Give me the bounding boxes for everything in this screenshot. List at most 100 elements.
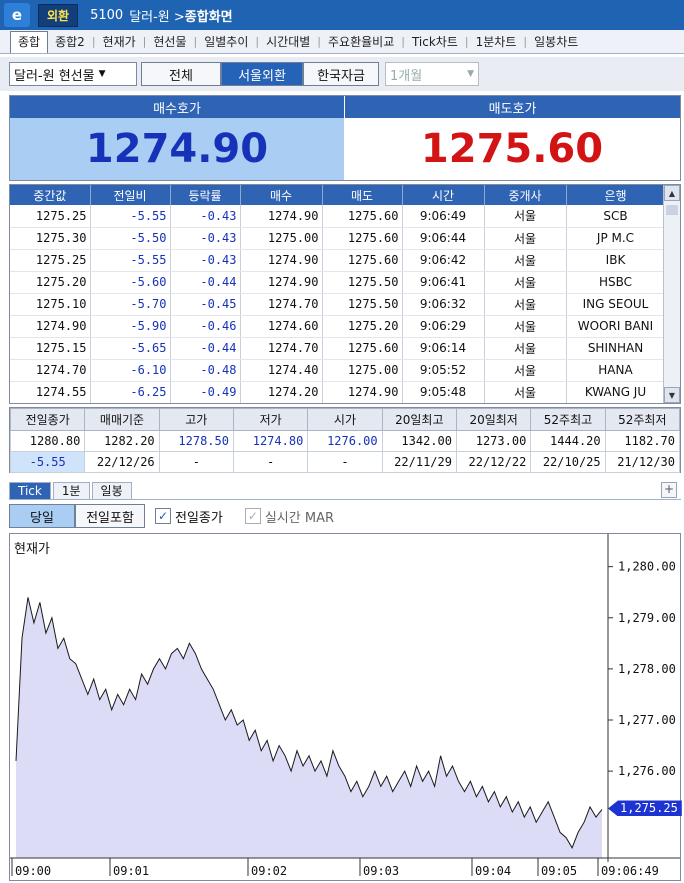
- tab-spot-futures[interactable]: 현선물: [146, 33, 193, 50]
- tick-cell: 1275.10: [10, 293, 91, 316]
- stats-sub-value: -5.55: [9, 451, 86, 473]
- scroll-thumb[interactable]: [666, 205, 678, 215]
- tick-row[interactable]: 1275.15 -5.65 -0.44 1274.70 1275.60 9:06:14 서울…: [10, 337, 666, 360]
- tick-table: 중간값 전일비 등락률 매수 매도 시간 중개사 은행 1275.25 -5.55…: [9, 184, 681, 404]
- y-tick-label: 1,277.00: [618, 713, 676, 727]
- col-change[interactable]: 전일비: [90, 185, 171, 205]
- tick-cell: 1275.00: [240, 227, 323, 250]
- tab-daily-chart[interactable]: 일봉차트: [527, 33, 585, 50]
- tick-cell: 9:06:44: [402, 227, 485, 250]
- tick-cell: 1274.70: [240, 337, 323, 360]
- tab-overview2[interactable]: 종합2: [48, 33, 92, 50]
- stats-sub-value: 22/12/22: [455, 451, 532, 473]
- col-mid[interactable]: 중간값: [10, 185, 91, 205]
- tick-cell: 1275.60: [322, 227, 403, 250]
- tab-overview[interactable]: 종합: [10, 30, 49, 53]
- chart-tabbar: Tick 1분 일봉 +: [9, 482, 681, 500]
- tick-cell: 1275.20: [322, 315, 403, 338]
- category-badge[interactable]: 외환: [38, 3, 79, 27]
- tick-cell: -5.90: [90, 315, 171, 338]
- tick-cell: -6.25: [90, 381, 171, 403]
- tick-row[interactable]: 1275.25 -5.55 -0.43 1274.90 1275.60 9:06:49 서울…: [10, 205, 666, 228]
- period-select-value: 1개월: [390, 68, 423, 84]
- instrument-select[interactable]: 달러-원 현선물 ▼: [9, 62, 137, 86]
- tick-table-scrollbar[interactable]: ▲ ▼: [663, 185, 680, 403]
- stats-header: 전일종가: [9, 408, 86, 431]
- expand-plus-icon[interactable]: +: [661, 482, 677, 498]
- filter-korea-button[interactable]: 한국자금: [303, 62, 379, 86]
- tick-cell: 1274.70: [10, 359, 91, 382]
- tick-cell: 1274.90: [322, 381, 403, 403]
- tab-by-time[interactable]: 시간대별: [259, 33, 317, 50]
- tick-row[interactable]: 1274.90 -5.90 -0.46 1274.60 1275.20 9:06:29 서울…: [10, 315, 666, 338]
- stats-value: 1280.80: [9, 430, 86, 452]
- filter-all-button[interactable]: 전체: [141, 62, 221, 86]
- stats-header: 고가: [158, 408, 234, 431]
- tick-cell: 1274.90: [240, 249, 323, 272]
- tick-cell: 1274.20: [240, 381, 323, 403]
- col-time[interactable]: 시간: [402, 185, 485, 205]
- tick-cell: -0.43: [170, 249, 241, 272]
- realtime-mar-checkbox[interactable]: ✓ 실시간 MAR: [244, 507, 334, 526]
- col-bank[interactable]: 은행: [566, 185, 666, 205]
- tick-cell: 9:06:49: [402, 205, 485, 228]
- col-bid[interactable]: 매수: [240, 185, 323, 205]
- bid-header: 매수호가: [10, 96, 344, 118]
- tick-cell: HSBC: [566, 271, 666, 294]
- tick-row[interactable]: 1275.25 -5.55 -0.43 1274.90 1275.60 9:06:42 서울…: [10, 249, 666, 272]
- tick-cell: -5.55: [90, 205, 171, 228]
- scroll-down-icon[interactable]: ▼: [664, 387, 680, 403]
- tick-cell: 서울: [484, 381, 567, 403]
- chart-tab-daily[interactable]: 일봉: [91, 482, 132, 499]
- checkmark-icon: ✓: [244, 508, 261, 524]
- stats-header: 52주최고: [530, 408, 606, 431]
- tick-cell: 1274.90: [240, 271, 323, 294]
- price-area-fill: [16, 597, 602, 858]
- chart-tab-1min[interactable]: 1분: [52, 482, 90, 499]
- tab-daily-trend[interactable]: 일별추이: [197, 33, 255, 50]
- tab-current-price[interactable]: 현재가: [96, 33, 143, 50]
- tick-row[interactable]: 1275.10 -5.70 -0.45 1274.70 1275.50 9:06:32 서울…: [10, 293, 666, 316]
- tick-cell: ING SEOUL: [566, 293, 666, 316]
- tick-cell: 1275.60: [322, 205, 403, 228]
- chart-tab-tick[interactable]: Tick: [9, 482, 51, 499]
- tick-cell: 1275.60: [322, 337, 403, 360]
- tick-cell: 9:06:41: [402, 271, 485, 294]
- chevron-down-icon: ▼: [98, 69, 106, 79]
- screen-title: 종합화면: [184, 9, 233, 25]
- scroll-up-icon[interactable]: ▲: [664, 185, 680, 201]
- tick-row[interactable]: 1275.20 -5.60 -0.44 1274.90 1275.50 9:06:41 서울…: [10, 271, 666, 294]
- prev-close-checkbox[interactable]: ✓ 전일종가: [155, 507, 223, 526]
- tick-cell: -6.10: [90, 359, 171, 382]
- period-select[interactable]: 1개월 ▼: [385, 62, 479, 86]
- today-button[interactable]: 당일: [9, 504, 75, 528]
- tick-row[interactable]: 1275.30 -5.50 -0.43 1275.00 1275.60 9:06:44 서울…: [10, 227, 666, 250]
- tick-cell: 1275.00: [322, 359, 403, 382]
- tick-cell: 1275.50: [322, 293, 403, 316]
- tick-cell: -0.43: [170, 205, 241, 228]
- tick-cell: -0.44: [170, 337, 241, 360]
- tick-cell: 1275.15: [10, 337, 91, 360]
- stats-value: 1444.20: [530, 430, 606, 452]
- stats-sub-value: 22/10/25: [530, 451, 606, 473]
- tab-1min-chart[interactable]: 1분차트: [469, 33, 524, 50]
- app-logo-icon[interactable]: e: [4, 3, 30, 27]
- col-ask[interactable]: 매도: [322, 185, 403, 205]
- stats-value: 1278.50: [158, 430, 234, 452]
- tick-row[interactable]: 1274.70 -6.10 -0.48 1274.40 1275.00 9:05:52 서울…: [10, 359, 666, 382]
- col-change-rate[interactable]: 등락률: [170, 185, 241, 205]
- stats-sub-value: -: [158, 451, 234, 473]
- filter-seoul-button[interactable]: 서울외환: [221, 62, 303, 86]
- tick-cell: -0.45: [170, 293, 241, 316]
- ask-price: 1275.60: [344, 118, 680, 180]
- include-prev-button[interactable]: 전일포함: [75, 504, 145, 528]
- col-broker[interactable]: 중개사: [484, 185, 567, 205]
- stats-value-row: 1280.80 1282.20 1278.50 1274.80 1276.00 1342.…: [9, 430, 681, 452]
- tab-tick-chart[interactable]: Tick차트: [405, 33, 465, 50]
- tick-cell: -5.60: [90, 271, 171, 294]
- tick-cell: -5.65: [90, 337, 171, 360]
- tick-row[interactable]: 1274.55 -6.25 -0.49 1274.20 1274.90 9:05:48 서울…: [10, 381, 666, 403]
- tab-major-rates[interactable]: 주요환율비교: [321, 33, 401, 50]
- stats-header: 52주최저: [604, 408, 681, 431]
- tick-cell: 서울: [484, 271, 567, 294]
